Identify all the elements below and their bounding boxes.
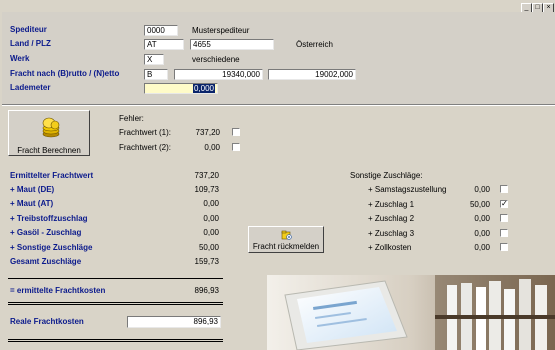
- summary-label-sonstige: + Sonstige Zuschläge: [10, 243, 93, 252]
- sonstige-value-zuschlag3: 0,00: [474, 229, 490, 238]
- sonstige-checkbox-zuschlag2[interactable]: [500, 214, 508, 222]
- summary-value-sonstige: 50,00: [198, 243, 219, 252]
- summary-value-ermittelt: 737,20: [194, 171, 219, 180]
- header-panel: [2, 12, 555, 106]
- total-label: = ermittelte Frachtkosten: [10, 286, 106, 295]
- summary-value-maut-de: 109,73: [194, 185, 219, 194]
- calc-button-label: Fracht Berechnen: [17, 146, 81, 155]
- fehler-wert1-checkbox[interactable]: [232, 128, 240, 136]
- summary-label-gasoel: + Gasöl - Zuschlag: [10, 228, 82, 237]
- sonstige-label-samstag: + Samstagszustellung: [368, 185, 447, 194]
- real-cost-label: Reale Frachtkosten: [10, 317, 84, 326]
- office-photo-illustration: [267, 275, 555, 350]
- office-photo: [267, 275, 555, 350]
- land-plz-label: Land / PLZ: [10, 39, 51, 48]
- country-name: Österreich: [296, 40, 333, 49]
- sonstige-value-zuschlag2: 0,00: [474, 214, 490, 223]
- lademeter-value: 0,000: [192, 84, 215, 93]
- spediteur-label: Spediteur: [10, 25, 47, 34]
- total-double-rule: [8, 302, 223, 305]
- sonstige-label-zuschlag3: + Zuschlag 3: [368, 229, 415, 238]
- report-icon: [281, 230, 292, 240]
- spediteur-name: Musterspediteur: [192, 26, 250, 35]
- divider: [2, 104, 555, 106]
- summary-label-treibstoff: + Treibstoffzuschlag: [10, 214, 88, 223]
- werk-name: verschiedene: [192, 55, 240, 64]
- total-value: 896,93: [194, 286, 219, 295]
- check-mark-icon: ✓: [501, 199, 508, 208]
- report-button-label: Fracht rückmelden: [252, 242, 320, 251]
- sonstige-label-zuschlag2: + Zuschlag 2: [368, 214, 415, 223]
- summary-label-ermittelt: Ermittelter Frachtwert: [10, 171, 94, 180]
- fehler-wert2-label: Frachtwert (2):: [119, 143, 172, 152]
- sonstige-value-samstag: 0,00: [474, 185, 490, 194]
- fehler-wert1-value: 737,20: [195, 128, 220, 137]
- spediteur-code-field[interactable]: 0000: [144, 25, 178, 36]
- calc-button[interactable]: Fracht Berechnen: [8, 110, 90, 156]
- plz-field[interactable]: 4655: [190, 39, 274, 50]
- sonstige-value-zoll: 0,00: [474, 243, 490, 252]
- sonstige-checkbox-zuschlag1[interactable]: ✓: [500, 200, 508, 208]
- fehler-wert1-label: Frachtwert (1):: [119, 128, 172, 137]
- sonstige-title: Sonstige Zuschläge:: [350, 171, 423, 180]
- summary-label-maut-de: + Maut (DE): [10, 185, 55, 194]
- lademeter-field[interactable]: 0,000: [144, 83, 218, 94]
- fehler-wert2-checkbox[interactable]: [232, 143, 240, 151]
- summary-label-gesamt: Gesamt Zuschläge: [10, 257, 82, 266]
- summary-label-maut-at: + Maut (AT): [10, 199, 54, 208]
- fracht-brutto-field[interactable]: 19340,000: [174, 69, 263, 80]
- fehler-title: Fehler:: [119, 114, 144, 123]
- sonstige-checkbox-zoll[interactable]: [500, 243, 508, 251]
- title-bar: _ □ ×: [0, 0, 555, 13]
- fracht-netto-field[interactable]: 19002,000: [268, 69, 356, 80]
- coins-icon: [42, 117, 60, 138]
- summary-value-maut-at: 0,00: [203, 199, 219, 208]
- fracht-mode-label: Fracht nach (B)rutto / (N)etto: [10, 69, 120, 78]
- sonstige-value-zuschlag1: 50,00: [469, 200, 490, 209]
- fracht-mode-field[interactable]: B: [144, 69, 168, 80]
- werk-code-field[interactable]: X: [144, 54, 164, 65]
- sonstige-label-zoll: + Zollkosten: [368, 243, 412, 252]
- summary-value-gasoel: 0,00: [203, 228, 219, 237]
- summary-value-treibstoff: 0,00: [203, 214, 219, 223]
- land-field[interactable]: AT: [144, 39, 184, 50]
- bottom-double-rule: [8, 339, 223, 342]
- summary-value-gesamt: 159,73: [194, 257, 219, 266]
- sonstige-checkbox-zuschlag3[interactable]: [500, 229, 508, 237]
- lademeter-label: Lademeter: [10, 83, 51, 92]
- report-button[interactable]: Fracht rückmelden: [248, 226, 324, 253]
- fehler-wert2-value: 0,00: [204, 143, 220, 152]
- sonstige-checkbox-samstag[interactable]: [500, 185, 508, 193]
- real-cost-field[interactable]: 896,93: [127, 316, 221, 328]
- total-top-rule: [8, 278, 223, 279]
- werk-label: Werk: [10, 54, 30, 63]
- sonstige-label-zuschlag1: + Zuschlag 1: [368, 200, 415, 209]
